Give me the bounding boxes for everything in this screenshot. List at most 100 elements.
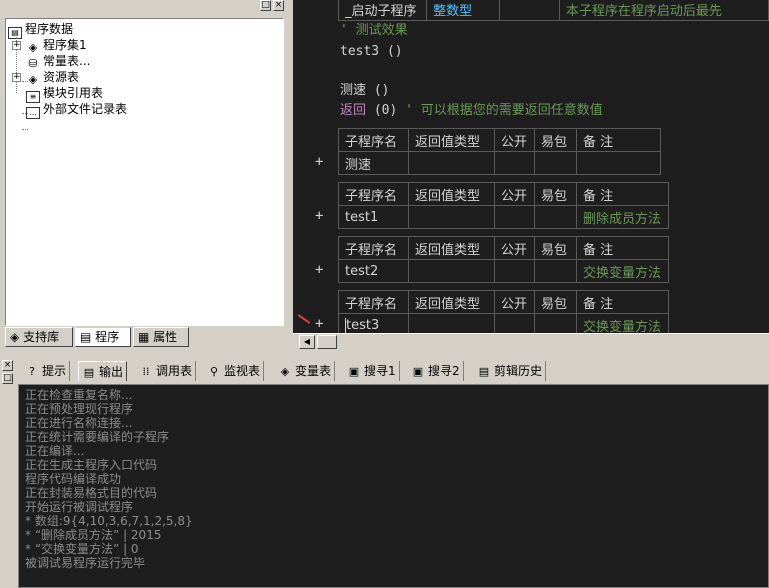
empty-cell[interactable] bbox=[534, 151, 577, 175]
header-public: 公开 bbox=[494, 290, 535, 314]
properties-icon: ▦ bbox=[138, 330, 150, 344]
expand-toggle[interactable]: + bbox=[12, 73, 21, 82]
empty-cell[interactable] bbox=[408, 151, 495, 175]
sub-table: 子程序名 返回值类型 公开 易包 备 注 test2 交换变量方法 bbox=[338, 236, 669, 283]
tab-search1[interactable]: ▣ 搜寻1 bbox=[344, 361, 400, 381]
program-icon: ▤ bbox=[80, 330, 92, 344]
output-line: 正在编译... bbox=[25, 444, 85, 458]
support-library-icon: ◈ bbox=[10, 330, 20, 344]
empty-cell[interactable] bbox=[534, 313, 577, 333]
tab-label: 属性 bbox=[153, 330, 178, 344]
tree-item-label: 程序集1 bbox=[43, 38, 87, 52]
header-public: 公开 bbox=[494, 182, 535, 206]
tab-clipboard-history[interactable]: ▤ 剪辑历史 bbox=[474, 361, 547, 381]
empty-cell[interactable] bbox=[408, 259, 495, 283]
tab-program[interactable]: ▤ 程序 bbox=[75, 327, 131, 347]
sub-name-text: test3 bbox=[346, 317, 380, 333]
expand-sub-plus[interactable]: + bbox=[315, 315, 323, 333]
sub-name-cell[interactable]: 测速 bbox=[338, 151, 409, 175]
tab-label: 搜寻1 bbox=[364, 364, 396, 378]
tab-variables[interactable]: ◈ 变量表 bbox=[275, 361, 336, 381]
tab-call-table[interactable]: ⁞⁞ 调用表 bbox=[136, 361, 197, 381]
return-keyword: 返回 bbox=[340, 103, 367, 118]
scroll-thumb[interactable] bbox=[317, 335, 337, 349]
tab-label: 监视表 bbox=[224, 364, 261, 378]
sub-name-cell[interactable]: test1 bbox=[338, 205, 409, 229]
empty-cell[interactable] bbox=[534, 205, 577, 229]
code-line-return[interactable]: 返回 (0) ' 可以根据您的需要返回任意数值 bbox=[340, 102, 603, 120]
tree-item-assembly[interactable]: ◈ 程序集1 bbox=[26, 37, 87, 54]
tree-item-external-files[interactable]: … 外部文件记录表 bbox=[26, 101, 127, 119]
tree-item-label: 常量表... bbox=[43, 54, 91, 68]
bottom-tab-bar: ? 提示 ▤ 输出 ⁞⁞ 调用表 ⚲ 监视表 ◈ 变量表 ▣ 搜寻1 ▣ 搜寻2 ▤ 剪辑历史 bbox=[18, 359, 768, 383]
tab-label: 搜寻2 bbox=[428, 364, 460, 378]
sub-table: 子程序名 返回值类型 公开 易包 备 注 test1 删除成员方法 bbox=[338, 182, 669, 229]
return-comment: ' 可以根据您的需要返回任意数值 bbox=[405, 103, 603, 118]
output-line: 被调试易程序运行完毕 bbox=[25, 556, 146, 570]
sub-note[interactable]: 本子程序在程序启动后最先 bbox=[558, 0, 769, 21]
tab-properties[interactable]: ▦ 属性 bbox=[133, 327, 189, 347]
sub-note-cell[interactable]: 交换变量方法 bbox=[576, 259, 669, 283]
tree-item-resources[interactable]: ◈ 资源表 bbox=[26, 69, 79, 86]
external-file-icon: … bbox=[26, 107, 40, 119]
sub-return-type[interactable]: 整数型 bbox=[426, 0, 501, 21]
tab-hint[interactable]: ? 提示 bbox=[22, 361, 71, 381]
empty-cell[interactable] bbox=[494, 313, 535, 333]
expand-sub-plus[interactable]: + bbox=[315, 261, 323, 279]
header-epkg: 易包 bbox=[534, 290, 577, 314]
output-icon: ▤ bbox=[83, 366, 95, 379]
tab-label: 输出 bbox=[99, 365, 124, 379]
code-editor[interactable]: _启动子程序 整数型 本子程序在程序启动后最先 ' 测试效果 test3 () … bbox=[293, 0, 769, 333]
tree-item-constants[interactable]: ⛁ 常量表... bbox=[26, 53, 91, 70]
empty-cell[interactable] bbox=[494, 259, 535, 283]
call-table-icon: ⁞⁞ bbox=[142, 365, 150, 378]
expand-sub-plus[interactable]: + bbox=[315, 207, 323, 225]
output-console[interactable]: 正在检查重复名称... 正在预处理现行程序 正在进行名称连接... 正在统计需要… bbox=[18, 384, 769, 588]
empty-cell[interactable] bbox=[494, 151, 535, 175]
tree-item-module-ref[interactable]: ≡ 模块引用表 bbox=[26, 85, 103, 103]
sub-table: 子程序名 返回值类型 公开 易包 备 注 test3 交换变量方法 bbox=[338, 290, 669, 333]
watch-icon: ⚲ bbox=[209, 365, 219, 378]
search2-icon: ▣ bbox=[412, 365, 424, 378]
tab-label: 支持库 bbox=[23, 330, 60, 344]
header-sub-name: 子程序名 bbox=[338, 128, 409, 152]
header-note: 备 注 bbox=[576, 236, 669, 260]
sub-name-cell[interactable]: test2 bbox=[338, 259, 409, 283]
header-epkg: 易包 bbox=[534, 128, 577, 152]
sub-note-cell[interactable]: 交换变量方法 bbox=[576, 313, 669, 333]
sub-note-cell[interactable]: 删除成员方法 bbox=[576, 205, 669, 229]
empty-cell[interactable] bbox=[494, 205, 535, 229]
output-line: 正在检查重复名称... bbox=[25, 388, 133, 402]
panel-side-buttons: × □ bbox=[0, 356, 16, 588]
header-return-type: 返回值类型 bbox=[408, 290, 495, 314]
empty-cell[interactable] bbox=[408, 313, 495, 333]
tab-support-library[interactable]: ◈ 支持库 bbox=[5, 327, 73, 347]
tab-output[interactable]: ▤ 输出 bbox=[78, 361, 128, 381]
tab-label: 调用表 bbox=[156, 364, 193, 378]
editor-gutter bbox=[293, 0, 307, 333]
horizontal-scrollbar[interactable]: ◀ bbox=[293, 333, 769, 350]
restore-icon[interactable]: □ bbox=[260, 0, 271, 11]
sub-note-cell[interactable] bbox=[576, 151, 661, 175]
code-line-cesu[interactable]: 测速 () bbox=[340, 82, 389, 100]
code-comment[interactable]: ' 测试效果 bbox=[340, 22, 408, 40]
header-note: 备 注 bbox=[576, 128, 661, 152]
expand-toggle[interactable]: + bbox=[12, 41, 21, 50]
close-icon[interactable]: × bbox=[2, 360, 13, 371]
sub-name-cell[interactable]: test3 bbox=[338, 313, 409, 333]
tab-label: 提示 bbox=[42, 364, 67, 378]
header-epkg: 易包 bbox=[534, 182, 577, 206]
sub-name[interactable]: _启动子程序 bbox=[337, 0, 428, 21]
code-line-test3[interactable]: test3 () bbox=[340, 43, 403, 61]
tab-search2[interactable]: ▣ 搜寻2 bbox=[408, 361, 464, 381]
tree-root[interactable]: ▤ 程序数据 bbox=[8, 21, 73, 39]
scroll-left-arrow-icon[interactable]: ◀ bbox=[299, 335, 315, 349]
expand-sub-plus[interactable]: + bbox=[315, 153, 323, 171]
tab-watch[interactable]: ⚲ 监视表 bbox=[204, 361, 265, 381]
empty-cell[interactable] bbox=[534, 259, 577, 283]
restore-icon[interactable]: □ bbox=[2, 373, 13, 384]
header-return-type: 返回值类型 bbox=[408, 128, 495, 152]
close-icon[interactable]: × bbox=[273, 0, 284, 11]
empty-cell[interactable] bbox=[408, 205, 495, 229]
header-epkg: 易包 bbox=[534, 236, 577, 260]
